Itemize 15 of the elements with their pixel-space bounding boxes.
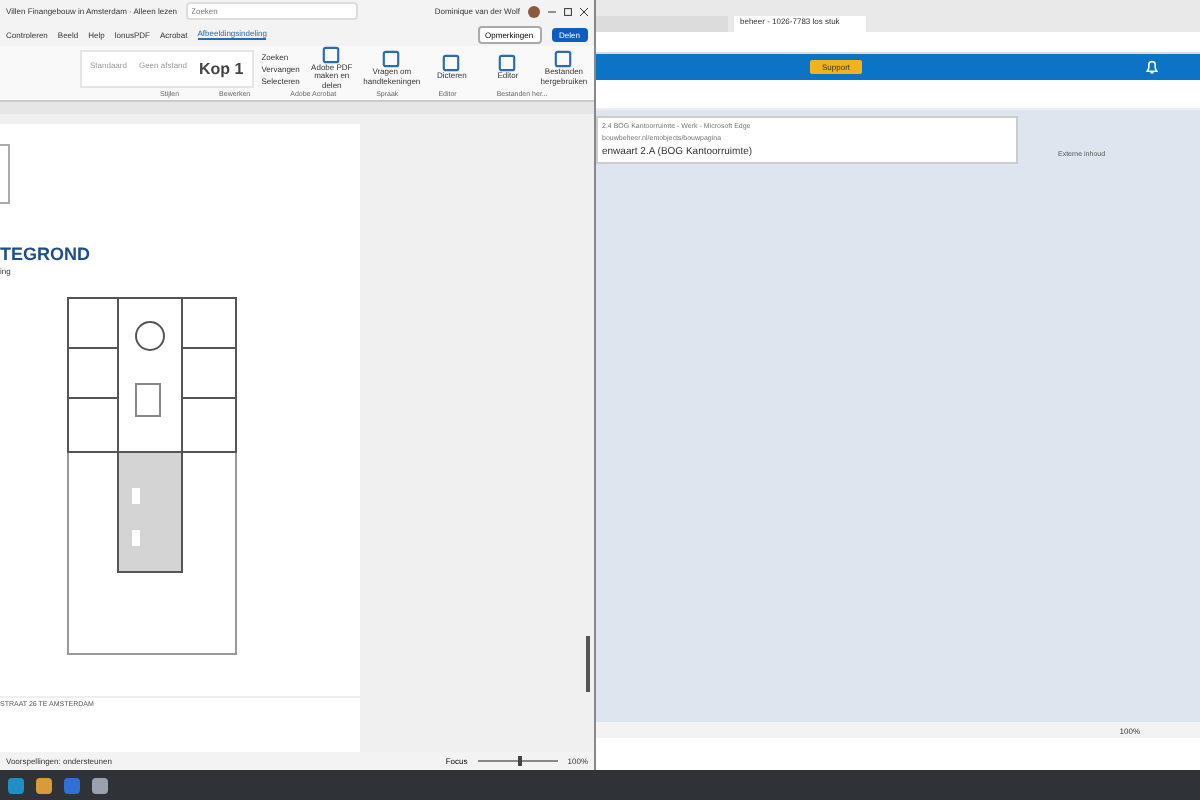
tool-icon[interactable] — [498, 54, 517, 73]
minimize-icon[interactable] — [548, 7, 556, 15]
zoom-thumb[interactable] — [517, 756, 522, 766]
page-heading: TEGROND — [0, 244, 92, 264]
tool-icon[interactable] — [442, 54, 461, 73]
tool-icon[interactable] — [322, 45, 341, 64]
maximize-icon[interactable] — [564, 7, 572, 15]
tool-icon[interactable] — [382, 50, 401, 69]
style-preset[interactable]: Kop 1 — [195, 55, 248, 81]
tool-icon[interactable] — [554, 50, 573, 69]
close-icon[interactable] — [580, 7, 588, 15]
avatar-icon[interactable] — [528, 5, 540, 17]
scrollbar[interactable] — [586, 636, 590, 692]
logo-frame — [0, 144, 10, 204]
bell-icon[interactable] — [1144, 59, 1160, 75]
